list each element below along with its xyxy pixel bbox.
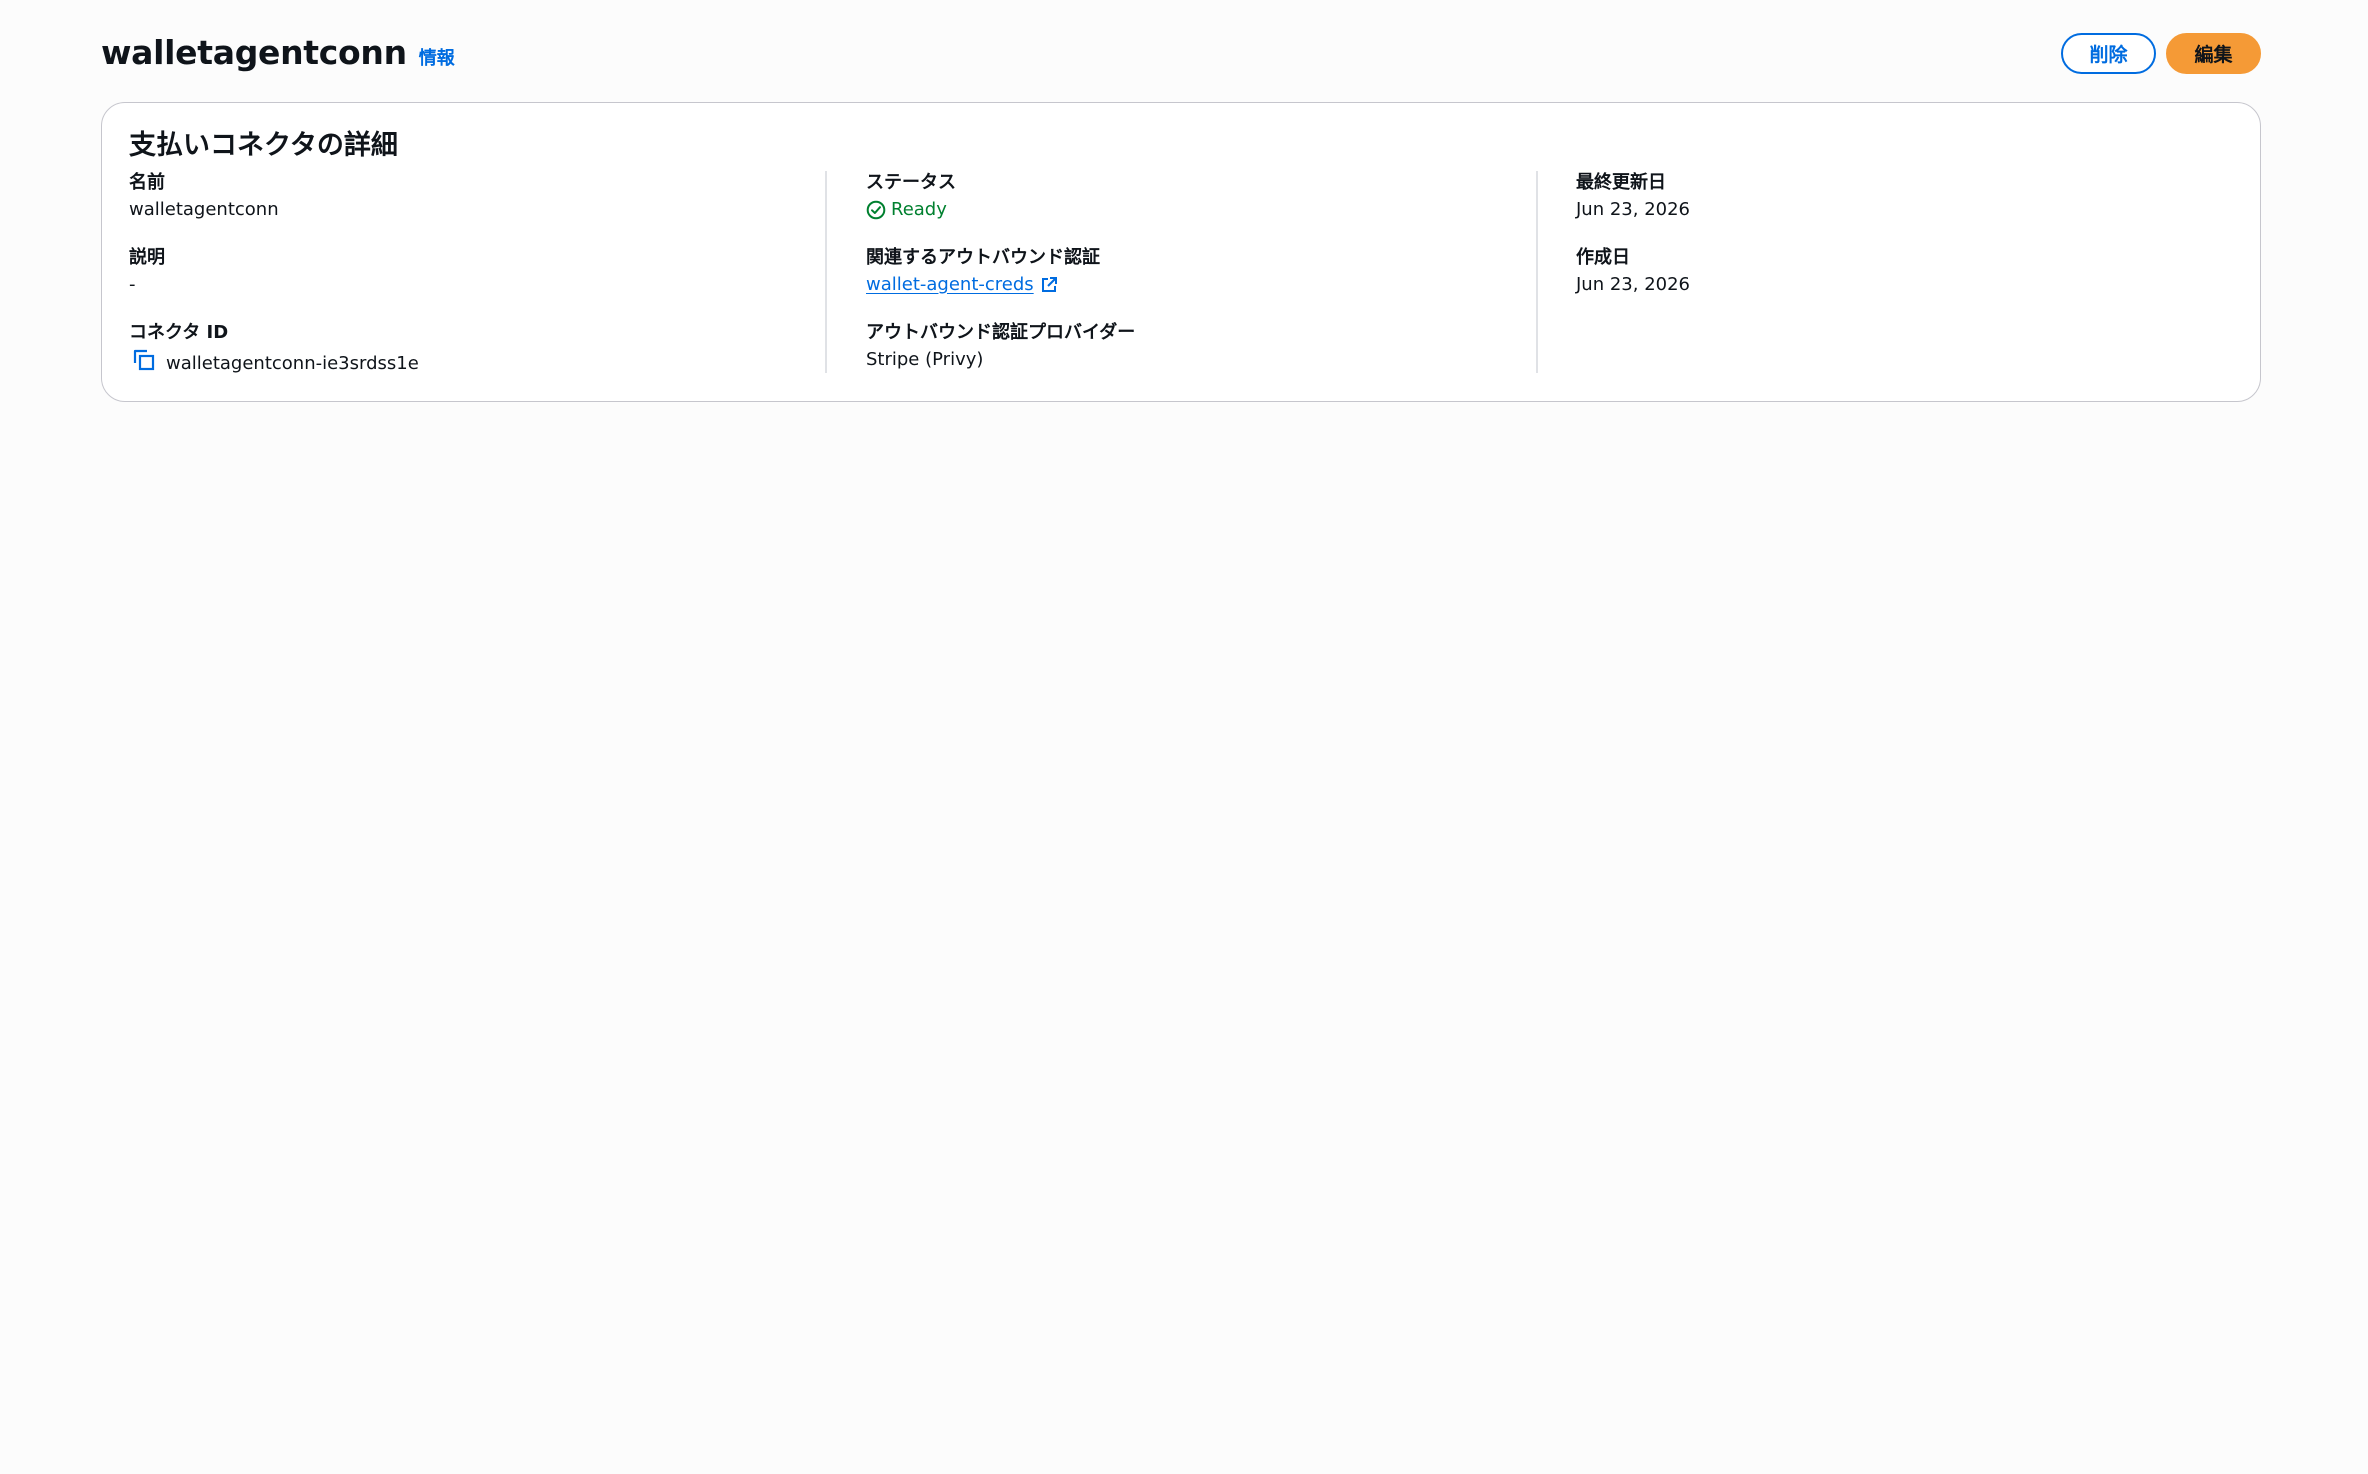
- info-link[interactable]: 情報: [419, 44, 455, 70]
- outbound-auth-label: 関連するアウトバウンド認証: [866, 247, 1100, 268]
- last-updated-label: 最終更新日: [1576, 172, 1666, 193]
- page-header: walletagentconn 情報 削除 編集: [101, 0, 2261, 102]
- edit-button[interactable]: 編集: [2166, 33, 2261, 74]
- status-field: ステータス Ready: [866, 171, 1526, 246]
- connector-id-value: walletagentconn-ie3srdss1e: [166, 352, 419, 374]
- description-value: -: [129, 274, 136, 295]
- connector-id-label: コネクタ ID: [129, 322, 229, 343]
- external-link-icon[interactable]: [1040, 276, 1058, 294]
- name-label: 名前: [129, 172, 165, 193]
- details-column-1: 名前 walletagentconn 説明 - コネクタ ID walletag…: [129, 171, 809, 396]
- card-title: 支払いコネクタの詳細: [129, 130, 398, 161]
- outbound-auth-row: wallet-agent-creds: [866, 273, 1526, 297]
- column-divider: [825, 171, 827, 373]
- outbound-provider-field: アウトバウンド認証プロバイダー Stripe (Privy): [866, 321, 1526, 396]
- status-value: Ready: [891, 199, 947, 220]
- last-updated-field: 最終更新日 Jun 23, 2026: [1576, 171, 2236, 246]
- created-field: 作成日 Jun 23, 2026: [1576, 246, 2236, 321]
- status-label: ステータス: [866, 172, 956, 193]
- check-circle-icon: [866, 200, 886, 220]
- header-actions: 削除 編集: [2061, 33, 2261, 74]
- outbound-auth-field: 関連するアウトバウンド認証 wallet-agent-creds: [866, 246, 1526, 321]
- status-row: Ready: [866, 198, 1526, 222]
- connector-id-row: walletagentconn-ie3srdss1e: [129, 348, 809, 379]
- last-updated-value: Jun 23, 2026: [1576, 199, 1691, 220]
- delete-button[interactable]: 削除: [2061, 33, 2156, 74]
- name-field: 名前 walletagentconn: [129, 171, 809, 246]
- created-value: Jun 23, 2026: [1576, 274, 1691, 295]
- description-label: 説明: [129, 247, 165, 268]
- page: walletagentconn 情報 削除 編集 支払いコネクタの詳細 名前 w…: [101, 0, 2261, 402]
- connector-id-field: コネクタ ID walletagentconn-ie3srdss1e: [129, 321, 809, 396]
- connector-details-card: 支払いコネクタの詳細 名前 walletagentconn 説明 - コネクタ …: [101, 102, 2261, 402]
- page-title: walletagentconn: [101, 33, 407, 72]
- details-column-3: 最終更新日 Jun 23, 2026 作成日 Jun 23, 2026: [1576, 171, 2236, 321]
- name-value: walletagentconn: [129, 199, 279, 220]
- title-wrap: walletagentconn 情報: [101, 33, 455, 72]
- created-label: 作成日: [1576, 247, 1630, 268]
- column-divider: [1536, 171, 1538, 373]
- outbound-auth-link[interactable]: wallet-agent-creds: [866, 273, 1034, 297]
- outbound-provider-label: アウトバウンド認証プロバイダー: [866, 322, 1136, 343]
- details-column-2: ステータス Ready 関連するアウトバウンド認証 wallet-agent-c…: [866, 171, 1526, 396]
- description-field: 説明 -: [129, 246, 809, 321]
- outbound-provider-value: Stripe (Privy): [866, 349, 984, 370]
- copy-icon[interactable]: [132, 348, 156, 379]
